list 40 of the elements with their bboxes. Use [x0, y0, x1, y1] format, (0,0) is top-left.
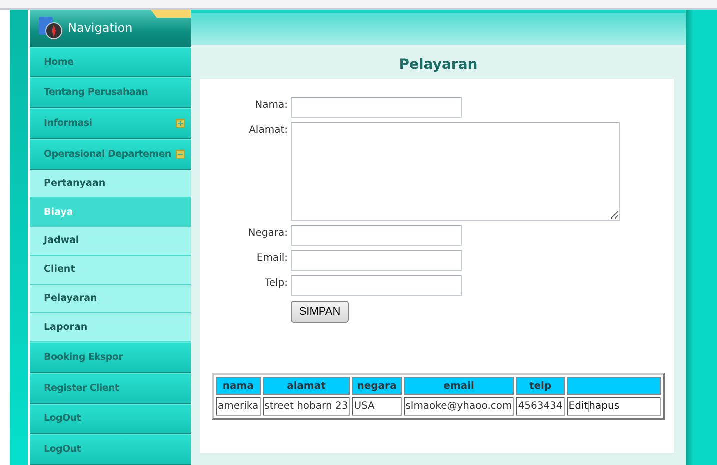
address-field[interactable]	[291, 122, 620, 221]
field-label: Nama:	[254, 99, 288, 111]
navigation-title: Navigation	[68, 21, 133, 36]
delete-link[interactable]: hapus	[588, 401, 620, 412]
column-header: alamat	[262, 377, 350, 395]
table-cell: slmaoke@yhaoo.com	[404, 397, 514, 416]
field-label: Email:	[256, 252, 288, 264]
edit-link[interactable]: Edit	[568, 401, 588, 412]
save-button[interactable]: SIMPAN	[291, 301, 349, 323]
nav-item[interactable]: Informasi	[30, 108, 191, 139]
tab-accent	[151, 10, 191, 18]
expand-icon[interactable]	[176, 118, 185, 128]
table-cell: USA	[352, 397, 402, 416]
column-header: negara	[352, 377, 402, 395]
page-title: Pelayaran	[398, 56, 479, 75]
column-header: telp	[516, 377, 565, 395]
nav-item[interactable]: LogOut	[30, 434, 191, 465]
input-field[interactable]	[291, 225, 462, 246]
nav-subitem[interactable]: Biaya	[30, 198, 191, 228]
nav-item[interactable]: Register Client	[30, 372, 191, 404]
collapse-icon[interactable]	[176, 150, 185, 159]
nav-subitem[interactable]: Pelayaran	[30, 284, 191, 314]
field-label: Negara:	[247, 227, 288, 239]
nav-item[interactable]: Home	[30, 46, 191, 78]
compass-icon	[38, 16, 64, 40]
column-header: nama	[216, 377, 261, 395]
nav-item[interactable]: LogOut	[30, 404, 191, 434]
nav-item[interactable]: Booking Ekspor	[30, 342, 191, 373]
table-cell: amerika	[216, 397, 261, 416]
field-label: Telp:	[264, 277, 288, 289]
column-header: email	[404, 377, 514, 395]
nav-subitem[interactable]: Pertanyaan	[30, 170, 191, 198]
nav-item[interactable]: Tentang Perusahaan	[30, 77, 191, 108]
nav-item[interactable]: Operasional Departemen	[30, 138, 191, 170]
input-field[interactable]	[291, 275, 462, 296]
field-label: Alamat:	[248, 124, 288, 136]
table-cell: 4563434	[516, 397, 565, 416]
input-field[interactable]	[291, 250, 462, 271]
input-field[interactable]	[291, 97, 462, 118]
table-cell: street hobarn 23	[262, 397, 350, 416]
